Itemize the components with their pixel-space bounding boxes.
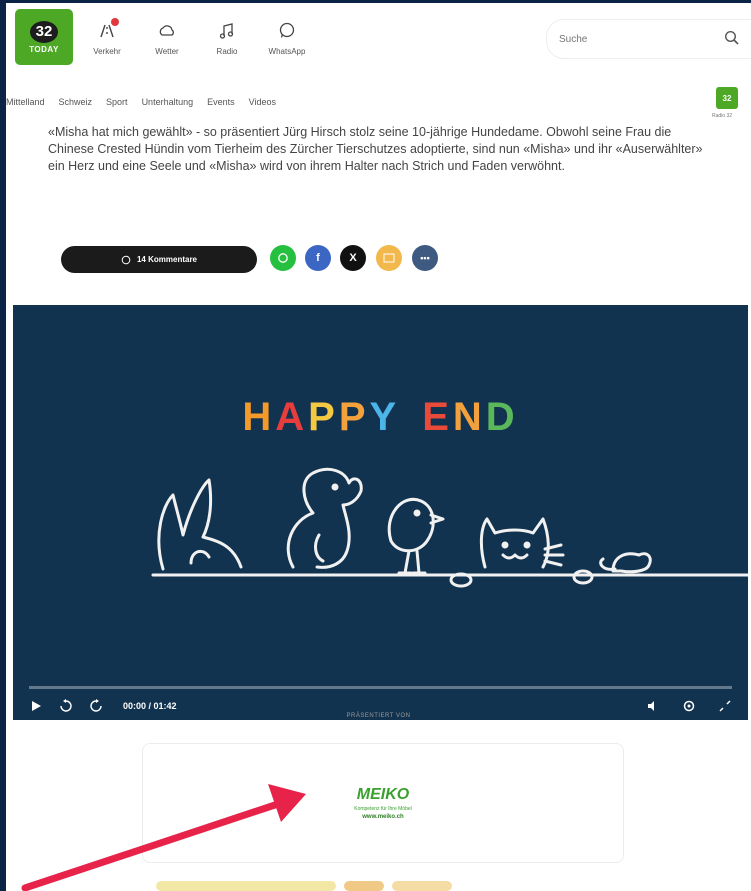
nav-item-radio[interactable]: Radio (210, 21, 244, 56)
category-nav: Mittelland Schweiz Sport Unterhaltung Ev… (6, 97, 276, 107)
video-time: 00:00 / 01:42 (123, 701, 177, 711)
volume-icon[interactable] (646, 699, 660, 713)
search-icon[interactable] (724, 30, 740, 46)
share-more-button[interactable]: ••• (412, 245, 438, 271)
nav-label: WhatsApp (268, 47, 306, 56)
sponsor-brand: MEIKO (356, 786, 410, 803)
share-x-button[interactable]: X (340, 245, 366, 271)
more-icon: ••• (420, 253, 430, 263)
sponsor-tagline: Kompetenz für Ihre Möbel (354, 806, 412, 812)
strip-segment (344, 881, 384, 891)
facebook-icon: f (316, 252, 320, 264)
logo-text: TODAY (29, 44, 59, 54)
whatsapp-icon (279, 22, 295, 38)
page: 32 TODAY Verkehr Wetter Radio WhatsApp S… (6, 3, 751, 891)
comments-button[interactable]: 14 Kommentare (61, 246, 257, 273)
play-icon[interactable] (29, 699, 43, 713)
category-link[interactable]: Unterhaltung (142, 97, 194, 107)
site-header: 32 TODAY Verkehr Wetter Radio WhatsApp (6, 3, 751, 85)
share-facebook-button[interactable]: f (305, 245, 331, 271)
x-icon: X (349, 252, 357, 264)
presented-by-label: PRÄSENTIERT VON (346, 713, 411, 719)
weather-icon (159, 25, 174, 36)
search-bar (546, 19, 751, 59)
category-link[interactable]: Schweiz (59, 97, 93, 107)
site-logo[interactable]: 32 TODAY (15, 9, 73, 65)
nav-label: Radio (216, 47, 238, 56)
category-link[interactable]: Videos (249, 97, 276, 107)
email-icon (383, 253, 395, 263)
nav-label: Wetter (155, 47, 179, 56)
settings-icon[interactable] (682, 699, 696, 713)
notification-dot (111, 18, 119, 26)
category-link[interactable]: Sport (106, 97, 128, 107)
share-email-button[interactable] (376, 245, 402, 271)
nav-item-verkehr[interactable]: Verkehr (90, 18, 124, 56)
article-lead: «Misha hat mich gewählt» - so präsentier… (48, 125, 703, 173)
strip-segment (392, 881, 452, 891)
music-icon (219, 23, 234, 39)
nav-label: Verkehr (93, 47, 121, 56)
video-player[interactable]: HAPPY END 00:00 / 01:42 (13, 305, 748, 720)
forward-icon[interactable] (89, 699, 103, 713)
sponsor-banner[interactable]: MEIKO Kompetenz für Ihre Möbel www.meiko… (142, 743, 624, 863)
radio-logo-label: Radio 32 (712, 113, 733, 119)
category-link[interactable]: Mittelland (6, 97, 45, 107)
sponsor-url[interactable]: www.meiko.ch (362, 814, 403, 820)
comment-icon (121, 255, 131, 264)
fullscreen-icon[interactable] (718, 699, 732, 713)
header-nav: Verkehr Wetter Radio WhatsApp (90, 18, 306, 56)
logo-number: 32 (30, 20, 58, 43)
radio-logo[interactable]: 32 (716, 87, 738, 109)
comments-label: 14 Kommentare (136, 255, 198, 264)
category-link[interactable]: Events (207, 97, 235, 107)
whatsapp-icon (278, 253, 288, 263)
bottom-share-strip (156, 881, 536, 891)
share-whatsapp-button[interactable] (270, 245, 296, 271)
nav-item-wetter[interactable]: Wetter (150, 21, 184, 56)
search-input[interactable] (557, 32, 711, 46)
nav-item-whatsapp[interactable]: WhatsApp (268, 21, 306, 56)
animal-illustration (151, 467, 748, 588)
video-progress-bar[interactable] (29, 686, 732, 689)
strip-segment (156, 881, 336, 891)
rewind-icon[interactable] (59, 699, 73, 713)
